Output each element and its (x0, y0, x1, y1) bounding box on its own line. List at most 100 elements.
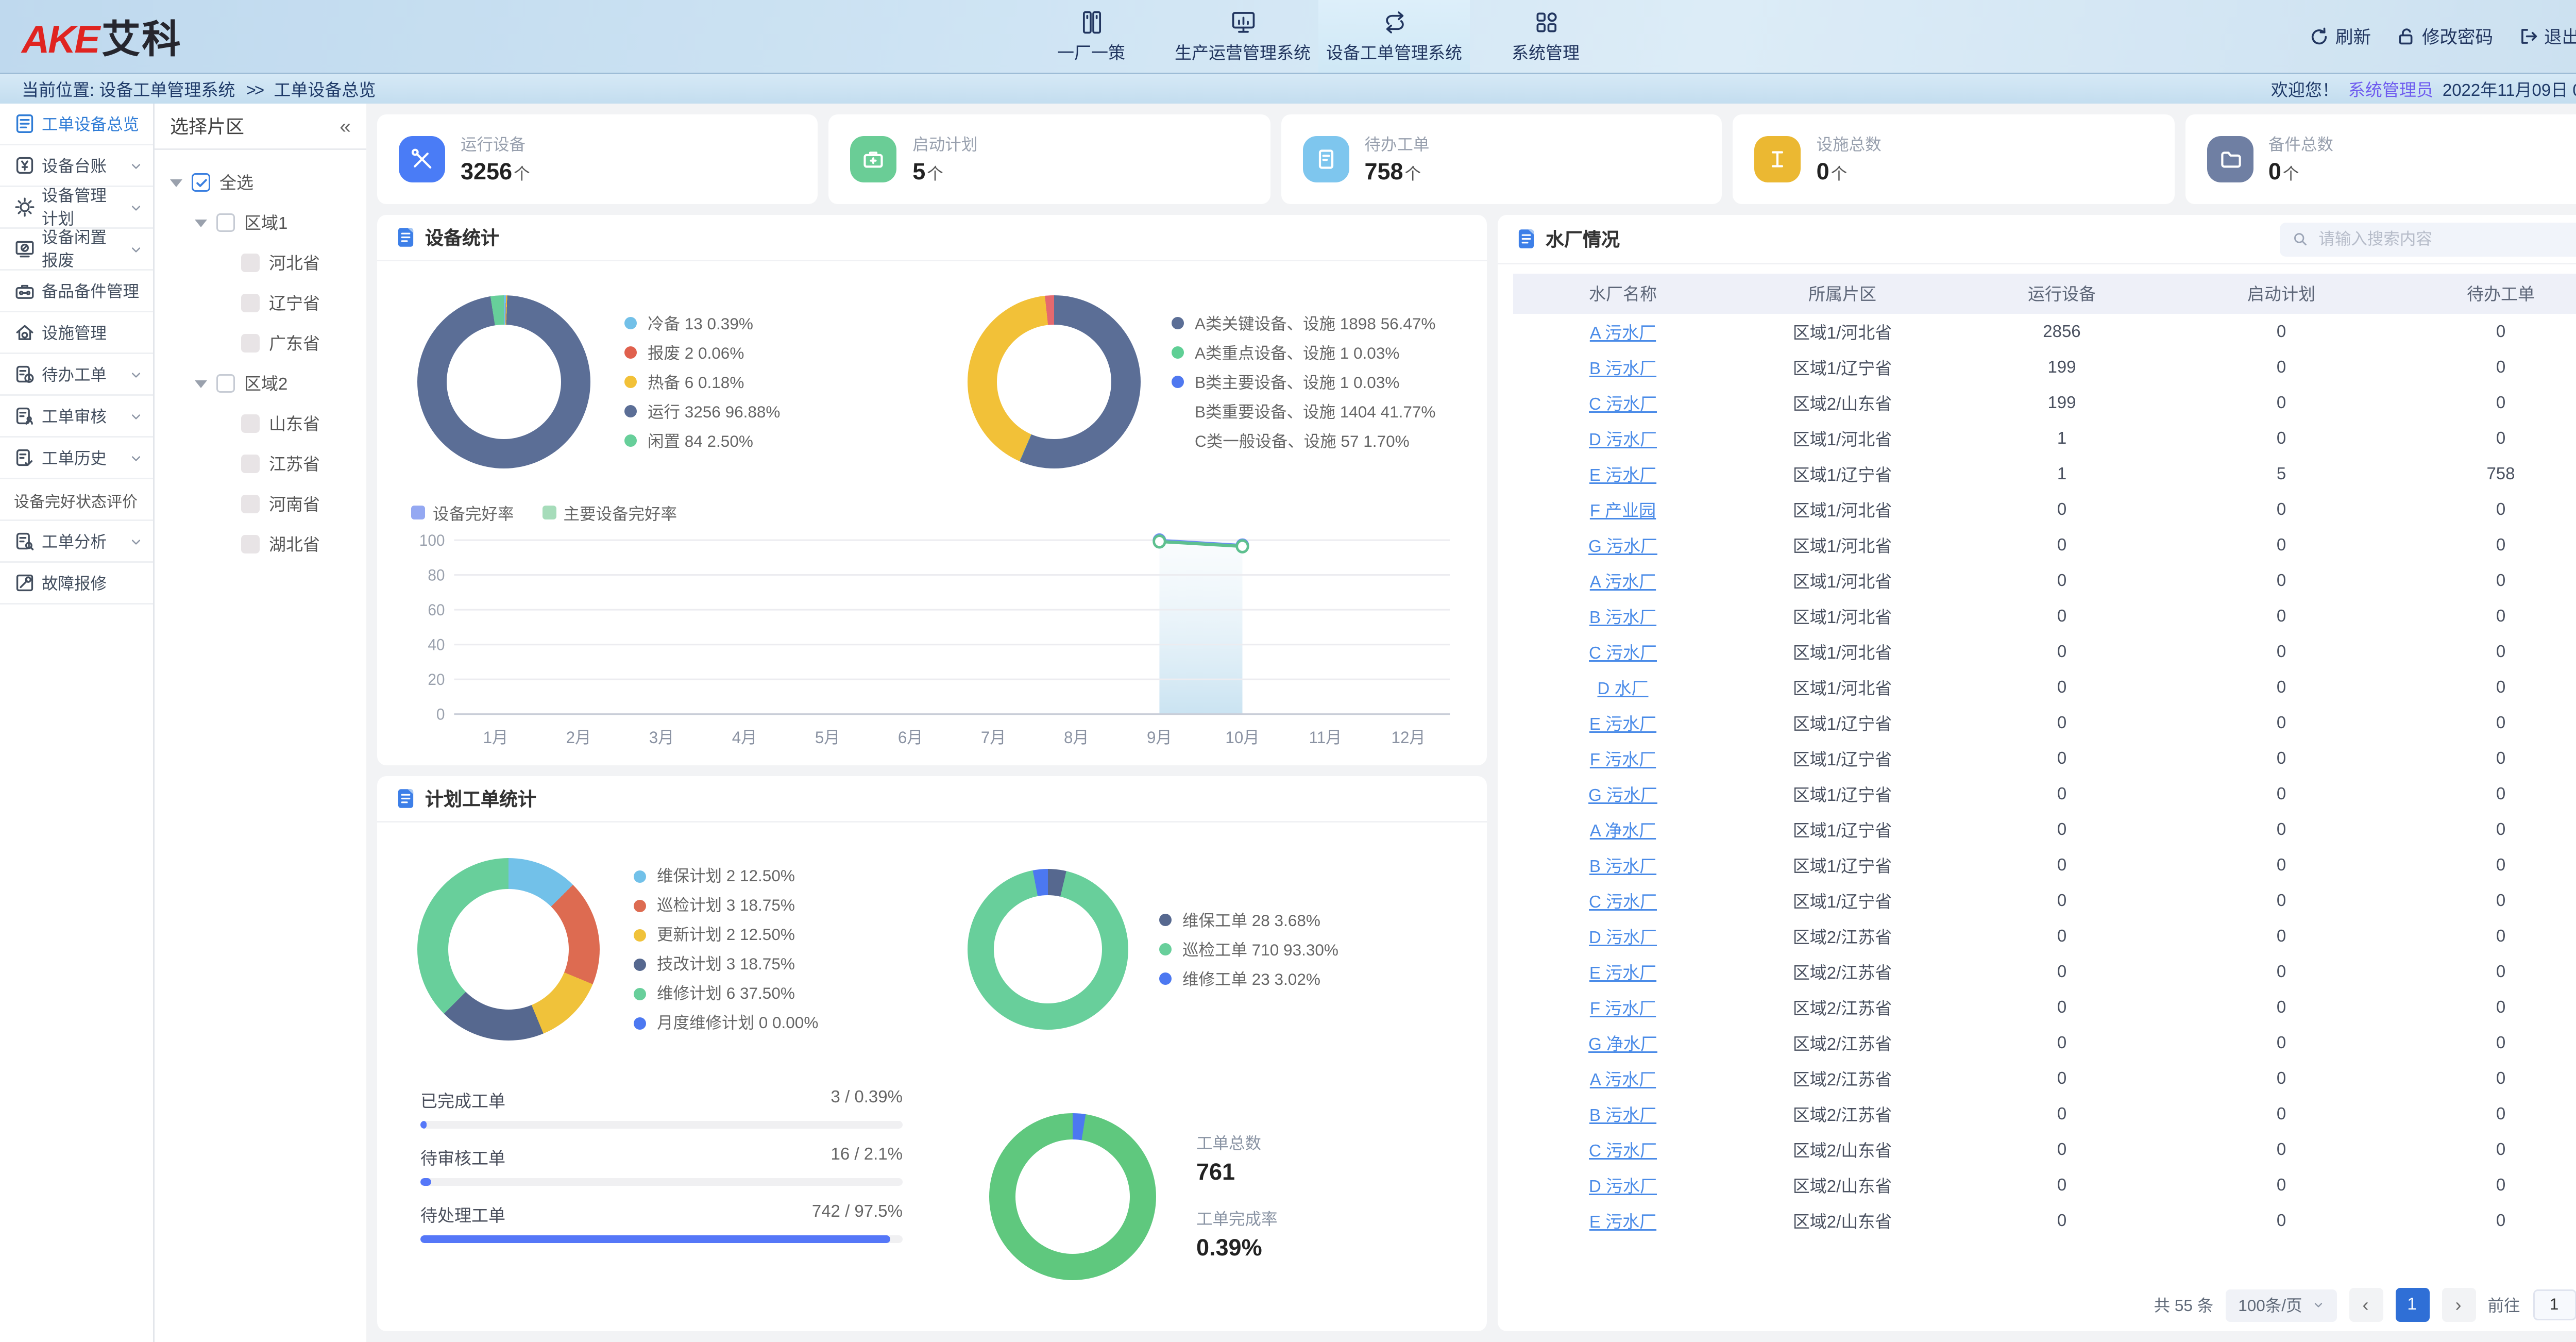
sidebar-item[interactable]: 工单历史 (0, 438, 153, 479)
plant-name-link[interactable]: F 污水厂 (1590, 1000, 1656, 1018)
line-chart-legend: 设备完好率 主要设备完好率 (402, 499, 1462, 527)
table-column-header[interactable]: 水厂名称 (1513, 274, 1733, 314)
plant-name-link[interactable]: C 污水厂 (1589, 395, 1657, 414)
line-legend-item[interactable]: 设备完好率 (411, 502, 514, 525)
nav-tab[interactable]: 系统管理 (1470, 0, 1621, 73)
region-tree: 全选 区域1 河北省 辽宁省 广东省 区域2 山东省 江苏省 河南省 湖北省 (155, 150, 366, 577)
plant-name-link[interactable]: F 产业园 (1590, 502, 1656, 521)
checkbox-disabled[interactable] (241, 414, 260, 433)
sidebar-item[interactable]: 设备台账 (0, 145, 153, 187)
plant-name-link[interactable]: B 污水厂 (1589, 858, 1656, 876)
current-user-link[interactable]: 系统管理员 (2348, 77, 2433, 102)
grid-icon (1531, 8, 1561, 37)
unlock-icon (2396, 26, 2416, 46)
nav-tab[interactable]: 一厂一策 (1015, 0, 1167, 73)
collapse-panel-button[interactable]: « (340, 114, 351, 138)
sidebar-item-label: 工单审核 (42, 405, 107, 428)
tree-node-region[interactable]: 区域1 (161, 203, 360, 243)
plant-name-link[interactable]: D 污水厂 (1589, 929, 1657, 947)
table-row: A 污水厂 区域1/河北省 2856 0 0 (1513, 314, 2576, 349)
next-page-button[interactable]: › (2442, 1288, 2476, 1322)
plant-name-link[interactable]: E 污水厂 (1589, 466, 1656, 485)
breadcrumb-bar: 当前位置: 设备工单管理系统 >> 工单设备总览 欢迎您！ 系统管理员 2022… (0, 73, 2576, 104)
plant-name-link[interactable]: B 污水厂 (1589, 609, 1656, 627)
search-input[interactable] (2315, 228, 2576, 250)
sidebar-item[interactable]: 工单设备总览 (0, 104, 153, 145)
checkbox-disabled[interactable] (241, 495, 260, 513)
tree-node-region[interactable]: 区域2 (161, 363, 360, 404)
sidebar-item[interactable]: 设备完好状态评价 (0, 479, 153, 521)
checkbox-disabled[interactable] (241, 294, 260, 312)
sidebar-item[interactable]: 设备管理计划 (0, 187, 153, 229)
tree-node-province[interactable]: 广东省 (161, 323, 360, 363)
tree-node-select-all[interactable]: 全选 (161, 162, 360, 203)
plant-name-link[interactable]: G 污水厂 (1588, 538, 1657, 556)
sidebar-item[interactable]: 待办工单 (0, 354, 153, 396)
plant-name-link[interactable]: B 污水厂 (1589, 1106, 1656, 1125)
plant-name-link[interactable]: E 污水厂 (1589, 715, 1656, 734)
nav-tab[interactable]: 设备工单管理系统 (1318, 0, 1470, 73)
goto-page-input[interactable] (2533, 1289, 2576, 1320)
table-column-header[interactable]: 运行设备 (1952, 274, 2172, 314)
sidebar-item[interactable]: 设施管理 (0, 312, 153, 354)
tree-node-province[interactable]: 湖北省 (161, 524, 360, 564)
plant-name-link[interactable]: C 污水厂 (1589, 644, 1657, 663)
plant-name-link[interactable]: F 污水厂 (1590, 751, 1656, 769)
topbar-action-button[interactable]: 修改密码 (2396, 24, 2493, 49)
plant-name-link[interactable]: A 净水厂 (1590, 822, 1656, 841)
plant-name-link[interactable]: C 污水厂 (1589, 893, 1657, 912)
checkbox-disabled[interactable] (241, 535, 260, 553)
checkbox-disabled[interactable] (241, 334, 260, 353)
plant-name-link[interactable]: G 污水厂 (1588, 786, 1657, 805)
plant-name-link[interactable]: G 净水厂 (1588, 1035, 1657, 1054)
progress-label: 待审核工单 (420, 1146, 505, 1170)
tree-node-province[interactable]: 辽宁省 (161, 283, 360, 323)
sidebar-item[interactable]: 备品备件管理 (0, 271, 153, 312)
svg-text:0: 0 (436, 706, 445, 724)
monitor-chart-icon (1228, 8, 1258, 37)
plant-name-link[interactable]: E 污水厂 (1589, 964, 1656, 983)
plant-name-link[interactable]: A 污水厂 (1590, 324, 1656, 343)
stat-card: 设施总数 0个 (1733, 114, 2174, 204)
todo-orders-cell: 0 (2391, 918, 2576, 954)
page-size-select[interactable]: 100条/页 (2226, 1289, 2336, 1321)
table-column-header[interactable]: 启动计划 (2172, 274, 2391, 314)
nav-tab[interactable]: 生产运营管理系统 (1167, 0, 1318, 73)
facility-blocks-icon (1766, 147, 1790, 172)
checkbox-checked[interactable] (192, 173, 210, 192)
legend-item: A类关键设备、设施 1898 56.47% (1172, 309, 1435, 338)
sidebar-item[interactable]: 故障报修 (0, 563, 153, 605)
checkbox-unchecked[interactable] (216, 213, 235, 232)
plan-stats-card: 计划工单统计 维保计划 2 12.50% 巡检计划 3 18.75% 更新计划 … (377, 776, 1487, 1331)
plant-name-link[interactable]: B 污水厂 (1589, 360, 1656, 378)
topbar-action-button[interactable]: 退出登录 (2518, 24, 2576, 49)
checkbox-unchecked[interactable] (216, 374, 235, 393)
plant-name-link[interactable]: C 污水厂 (1589, 1142, 1657, 1161)
plant-name-link[interactable]: E 污水厂 (1589, 1213, 1656, 1232)
plant-name-link[interactable]: D 水厂 (1598, 680, 1649, 698)
plant-name-link[interactable]: D 污水厂 (1589, 1178, 1657, 1196)
tree-node-province[interactable]: 山东省 (161, 404, 360, 444)
goto-label: 前往 (2488, 1294, 2520, 1317)
topbar-action-button[interactable]: 刷新 (2309, 24, 2371, 49)
tree-node-province[interactable]: 河南省 (161, 484, 360, 524)
checkbox-disabled[interactable] (241, 254, 260, 272)
checkbox-disabled[interactable] (241, 455, 260, 473)
table-row: G 污水厂 区域1/辽宁省 0 0 0 (1513, 776, 2576, 812)
plant-name-link[interactable]: A 污水厂 (1590, 573, 1656, 592)
todo-orders-cell: 0 (2391, 1203, 2576, 1238)
sidebar-item[interactable]: 工单分析 (0, 521, 153, 563)
tree-node-province[interactable]: 河北省 (161, 243, 360, 283)
plants-table-card: 水厂情况 水厂名称所属片区运行设备启动计划待办工单 A 污水厂 区域1/河北省 … (1498, 215, 2576, 1331)
table-row: F 产业园 区域1/河北省 0 0 0 (1513, 492, 2576, 527)
tree-node-province[interactable]: 江苏省 (161, 444, 360, 484)
current-page-button[interactable]: 1 (2395, 1288, 2429, 1322)
table-column-header[interactable]: 待办工单 (2391, 274, 2576, 314)
table-column-header[interactable]: 所属片区 (1733, 274, 1952, 314)
plant-name-link[interactable]: A 污水厂 (1590, 1071, 1656, 1089)
plant-name-link[interactable]: D 污水厂 (1589, 431, 1657, 449)
prev-page-button[interactable]: ‹ (2349, 1288, 2383, 1322)
sidebar-item[interactable]: 设备闲置报废 (0, 229, 153, 271)
line-legend-item[interactable]: 主要设备完好率 (542, 502, 677, 525)
sidebar-item[interactable]: 工单审核 (0, 396, 153, 438)
